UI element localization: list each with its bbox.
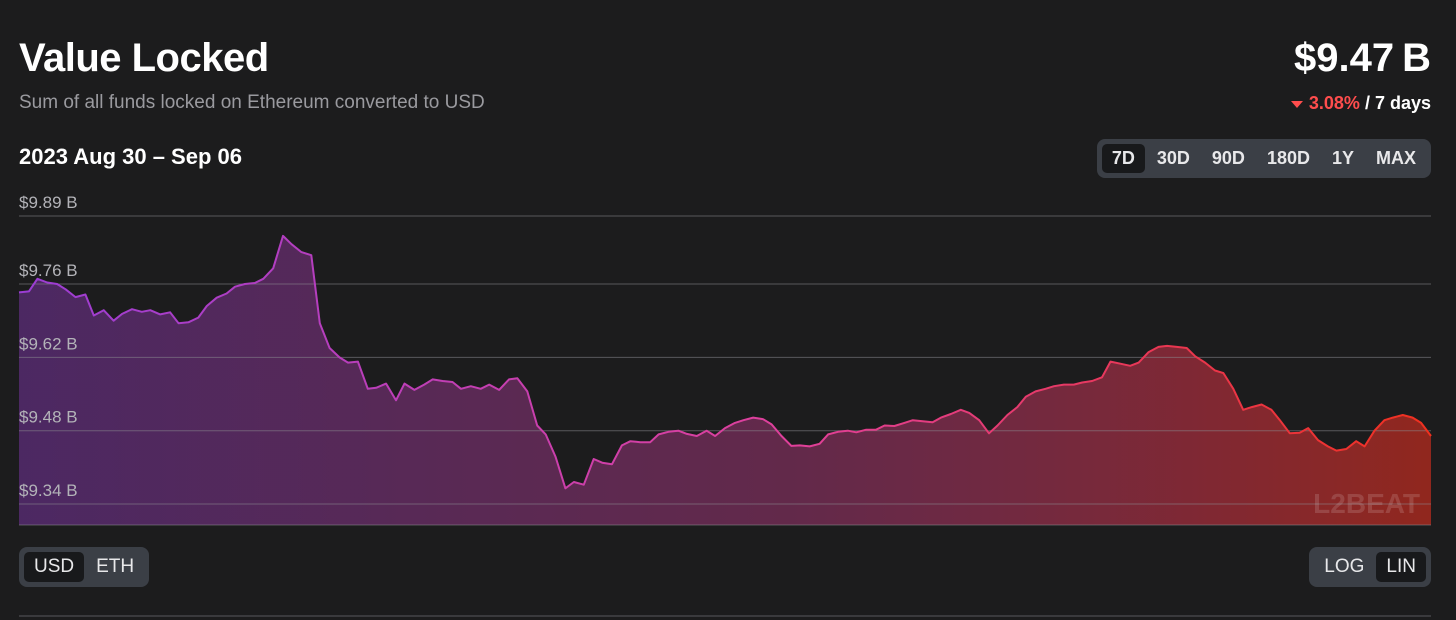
triangle-down-icon xyxy=(1290,100,1303,108)
date-range: 2023 Aug 30 – Sep 06 xyxy=(19,144,242,169)
y-tick-label: $9.62 B xyxy=(19,334,78,353)
range-option-7d[interactable]: 7D xyxy=(1101,144,1145,173)
y-tick-label: $9.76 B xyxy=(19,261,78,280)
range-option-30d[interactable]: 30D xyxy=(1147,144,1200,173)
total-value: $9.47 B xyxy=(1294,36,1431,80)
page-title: Value Locked xyxy=(19,36,269,80)
change-percent: 3.08% xyxy=(1308,93,1360,113)
y-tick-label: $9.48 B xyxy=(19,408,78,427)
unit-selector: USD ETH xyxy=(19,547,150,587)
unit-option-usd[interactable]: USD xyxy=(24,552,85,582)
divider xyxy=(19,615,1431,617)
scale-selector: LOG LIN xyxy=(1309,547,1431,587)
unit-option-eth[interactable]: ETH xyxy=(86,552,144,582)
chart-area-fill xyxy=(19,235,1431,525)
range-option-90d[interactable]: 90D xyxy=(1202,144,1255,173)
change-period: / 7 days xyxy=(1364,93,1431,113)
change-indicator: 3.08% / 7 days xyxy=(1290,93,1431,114)
watermark-logo: L2BEAT xyxy=(1313,488,1420,519)
scale-option-lin[interactable]: LIN xyxy=(1376,552,1426,582)
tvl-chart: $9.89 B $9.76 B $9.62 B $9.48 B $9.34 B L2BEA… xyxy=(18,195,1432,526)
page-subtitle: Sum of all funds locked on Ethereum conv… xyxy=(19,92,485,113)
range-option-180d[interactable]: 180D xyxy=(1257,144,1320,173)
range-option-max[interactable]: MAX xyxy=(1366,144,1426,173)
y-tick-label: $9.34 B xyxy=(19,481,78,500)
time-range-selector: 7D 30D 90D 180D 1Y MAX xyxy=(1096,139,1431,178)
scale-option-log[interactable]: LOG xyxy=(1314,552,1374,582)
y-tick-label: $9.89 B xyxy=(19,195,78,212)
range-option-1y[interactable]: 1Y xyxy=(1322,144,1364,173)
